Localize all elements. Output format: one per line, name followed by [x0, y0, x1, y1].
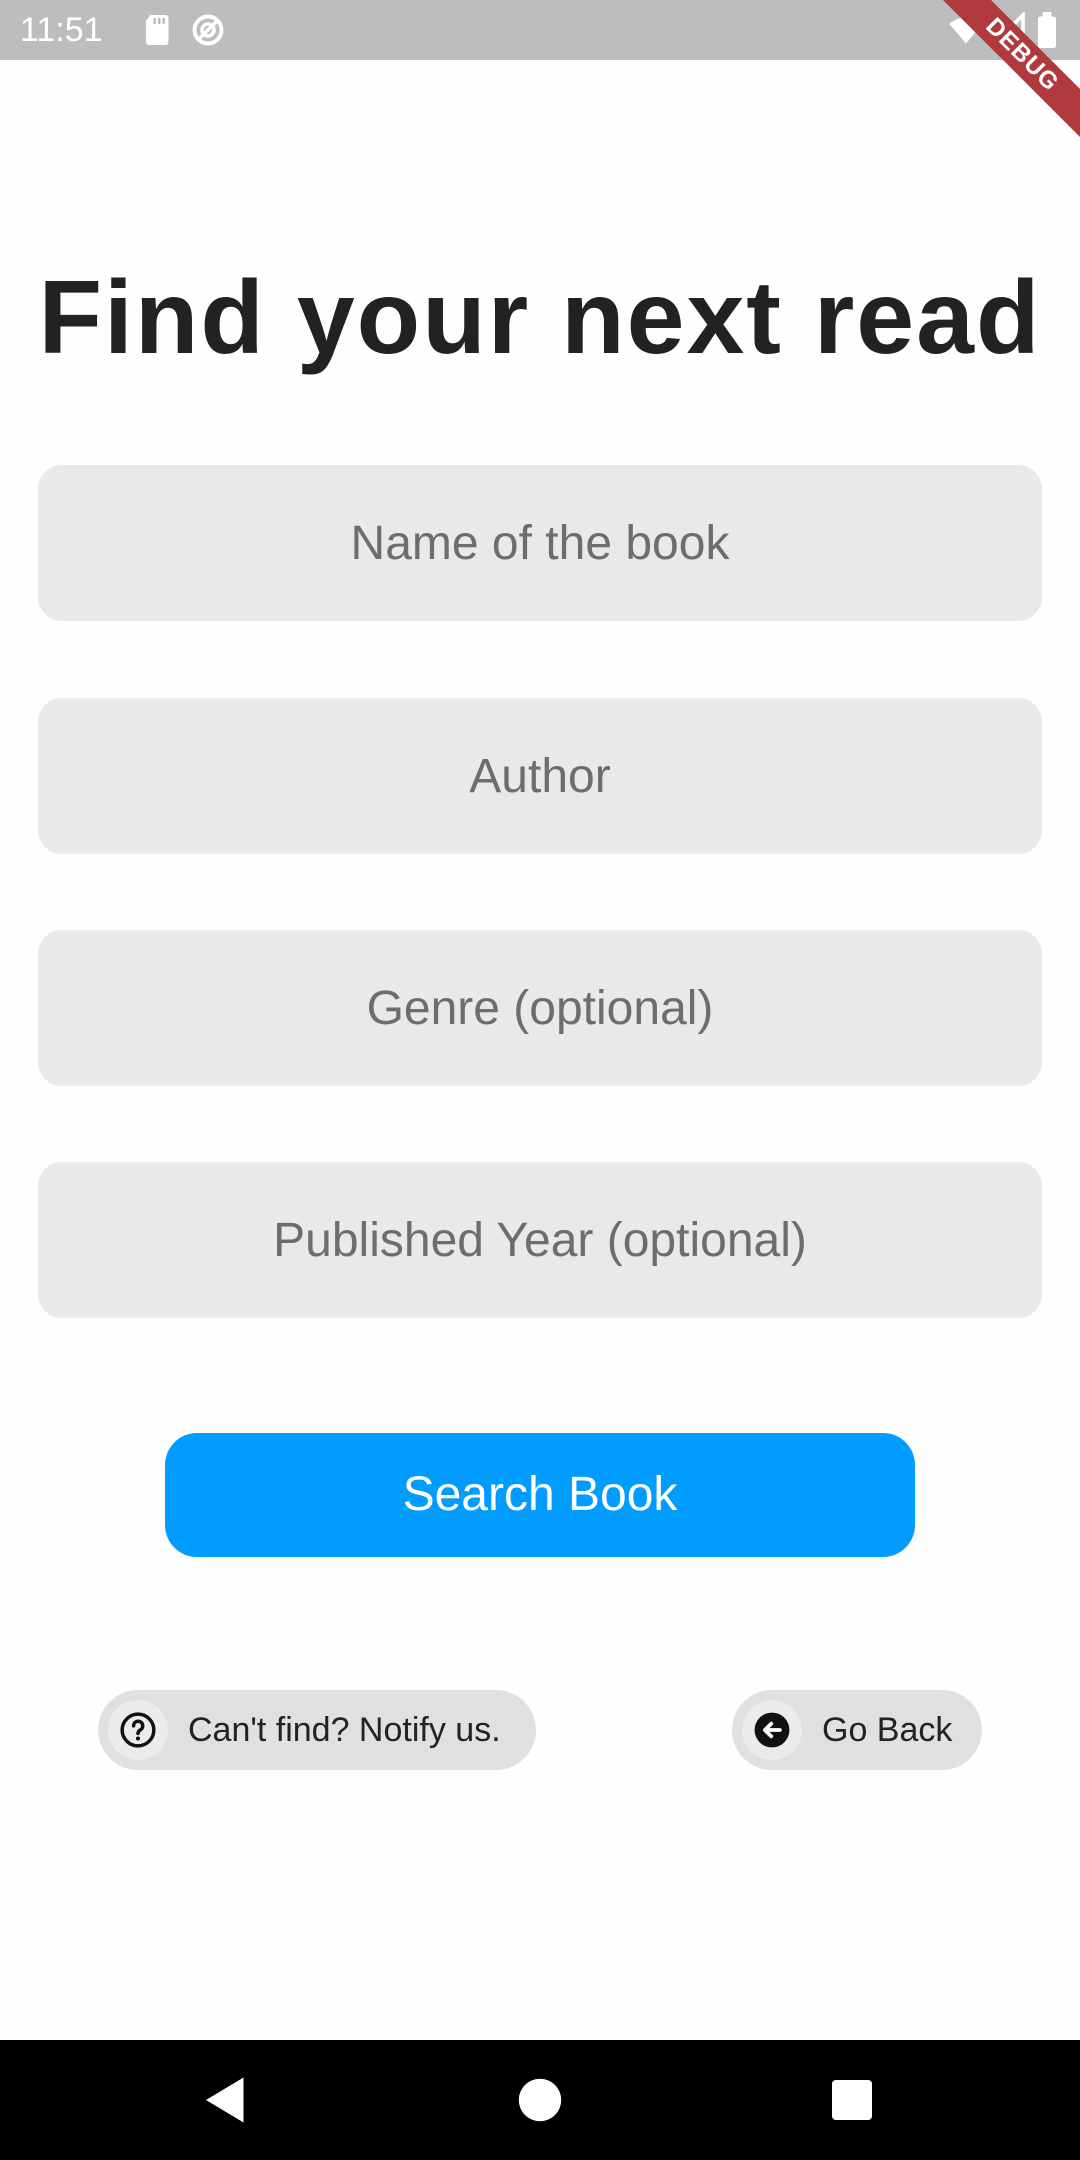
sync-icon	[190, 12, 226, 48]
arrow-back-circle-icon	[742, 1700, 802, 1760]
status-time: 11:51	[20, 11, 103, 49]
genre-input[interactable]	[38, 930, 1042, 1086]
help-icon	[108, 1700, 168, 1760]
battery-icon	[1034, 12, 1060, 48]
author-input[interactable]	[38, 698, 1042, 854]
go-back-button[interactable]: Go Back	[732, 1690, 982, 1770]
published-year-input[interactable]	[38, 1162, 1042, 1318]
sd-card-icon	[140, 12, 176, 48]
book-name-input[interactable]	[38, 465, 1042, 621]
notify-us-button[interactable]: Can't find? Notify us.	[98, 1690, 536, 1770]
search-book-button[interactable]: Search Book	[165, 1433, 915, 1557]
page-title: Find your next read	[38, 260, 1042, 376]
home-circle-icon[interactable]	[510, 2070, 570, 2130]
system-nav-bar	[0, 2040, 1080, 2160]
go-back-label: Go Back	[822, 1711, 953, 1749]
recents-square-icon[interactable]	[822, 2070, 882, 2130]
notify-us-label: Can't find? Notify us.	[188, 1711, 501, 1749]
back-triangle-icon[interactable]	[196, 2070, 256, 2130]
status-bar: 11:51	[0, 0, 1080, 60]
